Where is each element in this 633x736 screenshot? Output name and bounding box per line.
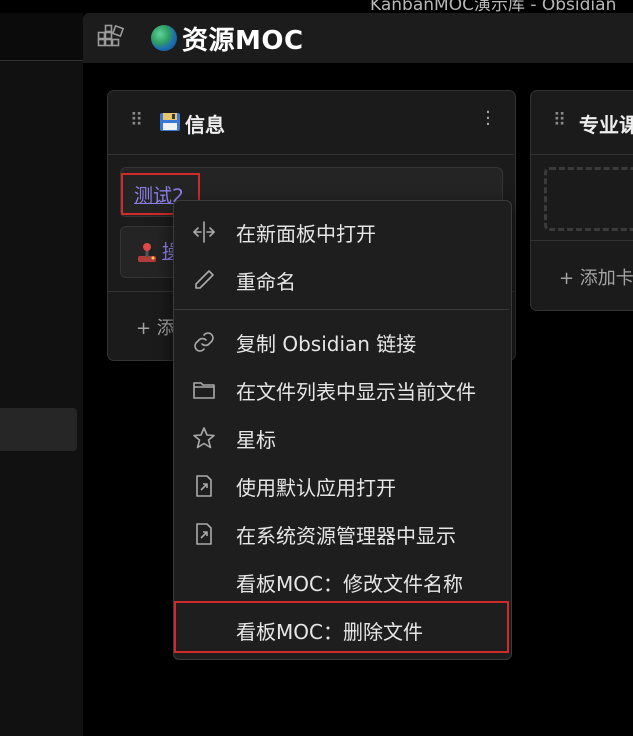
- menu-item-label: 在文件列表中显示当前文件: [236, 380, 476, 404]
- pencil-icon: [192, 268, 216, 292]
- drag-handle-icon[interactable]: ⠿: [553, 110, 566, 131]
- menu-item-label: 重命名: [236, 270, 296, 294]
- menu-item-label: 使用默认应用打开: [236, 476, 396, 500]
- menu-item-label: 星标: [236, 428, 276, 452]
- left-sidebar: [0, 13, 83, 736]
- window-title: KanbanMOC演示库 - Obsidian: [370, 0, 617, 13]
- sidebar-divider: [0, 60, 83, 61]
- kanban-board-icon[interactable]: [97, 24, 127, 52]
- split-pane-icon: [192, 220, 216, 244]
- star-icon: [192, 426, 216, 450]
- menu-item-reveal-in-navigation[interactable]: 在文件列表中显示当前文件: [174, 368, 509, 412]
- folder-icon: [192, 378, 216, 402]
- floppy-disk-icon: [159, 112, 181, 132]
- menu-item-label: 看板MOC：修改文件名称: [236, 572, 463, 596]
- joystick-icon: [136, 241, 158, 263]
- menu-item-show-in-explorer[interactable]: 在系统资源管理器中显示: [174, 512, 509, 556]
- menu-item-rename[interactable]: 重命名: [174, 258, 509, 302]
- card-drop-placeholder: [544, 167, 633, 231]
- more-options-icon[interactable]: · · ·: [484, 104, 492, 134]
- sidebar-selected-item[interactable]: [0, 408, 77, 451]
- drag-handle-icon[interactable]: ⠿: [130, 110, 143, 131]
- menu-item-rename-file[interactable]: 看板MOC：修改文件名称: [174, 560, 509, 604]
- link-icon: [192, 330, 216, 354]
- window-titlebar: KanbanMOC演示库 - Obsidian: [0, 0, 633, 13]
- lane-divider: [531, 240, 633, 241]
- menu-item-label: 复制 Obsidian 链接: [236, 332, 417, 356]
- menu-item-open-default-app[interactable]: 使用默认应用打开: [174, 464, 509, 508]
- globe-icon: [151, 25, 177, 51]
- open-external-icon: [192, 474, 216, 498]
- lane-title[interactable]: 信息: [185, 109, 225, 138]
- add-card-button[interactable]: + 添加卡片: [559, 264, 633, 290]
- page-title: 资源MOC: [182, 26, 304, 56]
- menu-item-copy-link[interactable]: 复制 Obsidian 链接: [174, 320, 509, 364]
- menu-item-label: 在系统资源管理器中显示: [236, 524, 456, 548]
- lane-divider: [108, 154, 514, 155]
- menu-divider: [174, 309, 509, 310]
- highlight-box: [174, 601, 509, 653]
- menu-item-label: 在新面板中打开: [236, 222, 376, 246]
- lane-divider: [531, 154, 633, 155]
- open-external-icon: [192, 522, 216, 546]
- sidebar-header: [0, 13, 83, 60]
- menu-item-open-new-pane[interactable]: 在新面板中打开: [174, 210, 509, 254]
- lane-title[interactable]: 专业课: [579, 109, 633, 138]
- menu-item-star[interactable]: 星标: [174, 416, 509, 460]
